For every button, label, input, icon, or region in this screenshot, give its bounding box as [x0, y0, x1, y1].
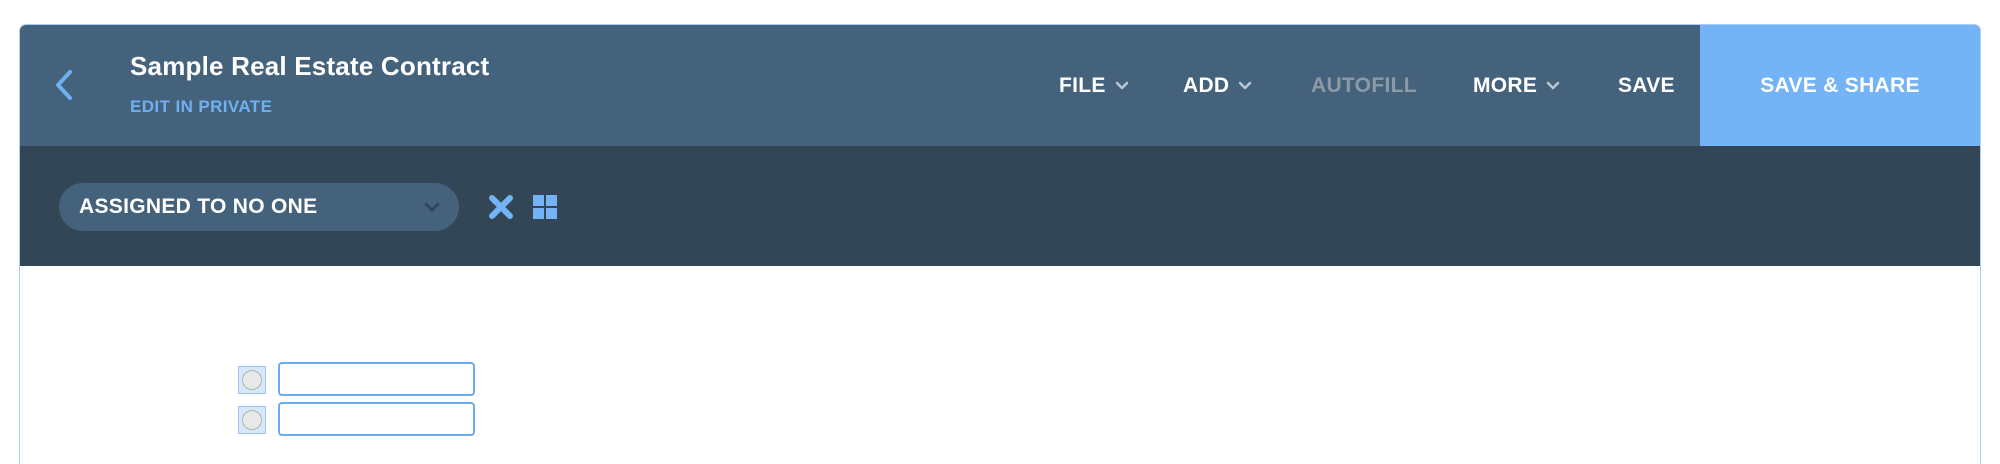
autofill-menu-label: AUTOFILL: [1311, 73, 1417, 97]
chevron-down-icon: [1238, 81, 1252, 91]
chevron-down-icon: [1546, 81, 1560, 91]
document-title: Sample Real Estate Contract: [130, 51, 490, 81]
more-menu-label: MORE: [1473, 73, 1538, 97]
save-and-share-button[interactable]: SAVE & SHARE: [1700, 25, 1980, 146]
close-icon[interactable]: [486, 192, 516, 222]
more-menu[interactable]: MORE: [1473, 25, 1560, 146]
chevron-left-icon: [56, 70, 72, 100]
file-menu[interactable]: FILE: [1059, 25, 1129, 146]
file-menu-label: FILE: [1059, 73, 1106, 97]
save-button[interactable]: SAVE: [1618, 25, 1675, 146]
add-menu[interactable]: ADD: [1183, 25, 1252, 146]
radio-button[interactable]: [242, 410, 262, 430]
back-button[interactable]: [44, 65, 84, 105]
edit-in-private-link[interactable]: EDIT IN PRIVATE: [130, 97, 272, 117]
text-field[interactable]: [278, 362, 475, 396]
chevron-down-icon: [423, 198, 441, 216]
save-and-share-label: SAVE & SHARE: [1760, 73, 1920, 97]
assignment-toolbar: ASSIGNED TO NO ONE: [20, 146, 1980, 266]
save-button-label: SAVE: [1618, 73, 1675, 97]
chevron-down-icon: [1115, 81, 1129, 91]
assignee-label: ASSIGNED TO NO ONE: [79, 195, 318, 218]
text-field[interactable]: [278, 402, 475, 436]
header-bar: Sample Real Estate Contract EDIT IN PRIV…: [20, 25, 1980, 146]
radio-field[interactable]: [238, 406, 266, 434]
radio-field[interactable]: [238, 366, 266, 394]
autofill-menu[interactable]: AUTOFILL: [1311, 25, 1417, 146]
add-menu-label: ADD: [1183, 73, 1230, 97]
editor-window: Sample Real Estate Contract EDIT IN PRIV…: [20, 25, 1980, 464]
assignee-dropdown[interactable]: ASSIGNED TO NO ONE: [59, 183, 459, 231]
document-canvas: [20, 266, 1980, 464]
radio-button[interactable]: [242, 370, 262, 390]
grid-icon[interactable]: [530, 192, 560, 222]
